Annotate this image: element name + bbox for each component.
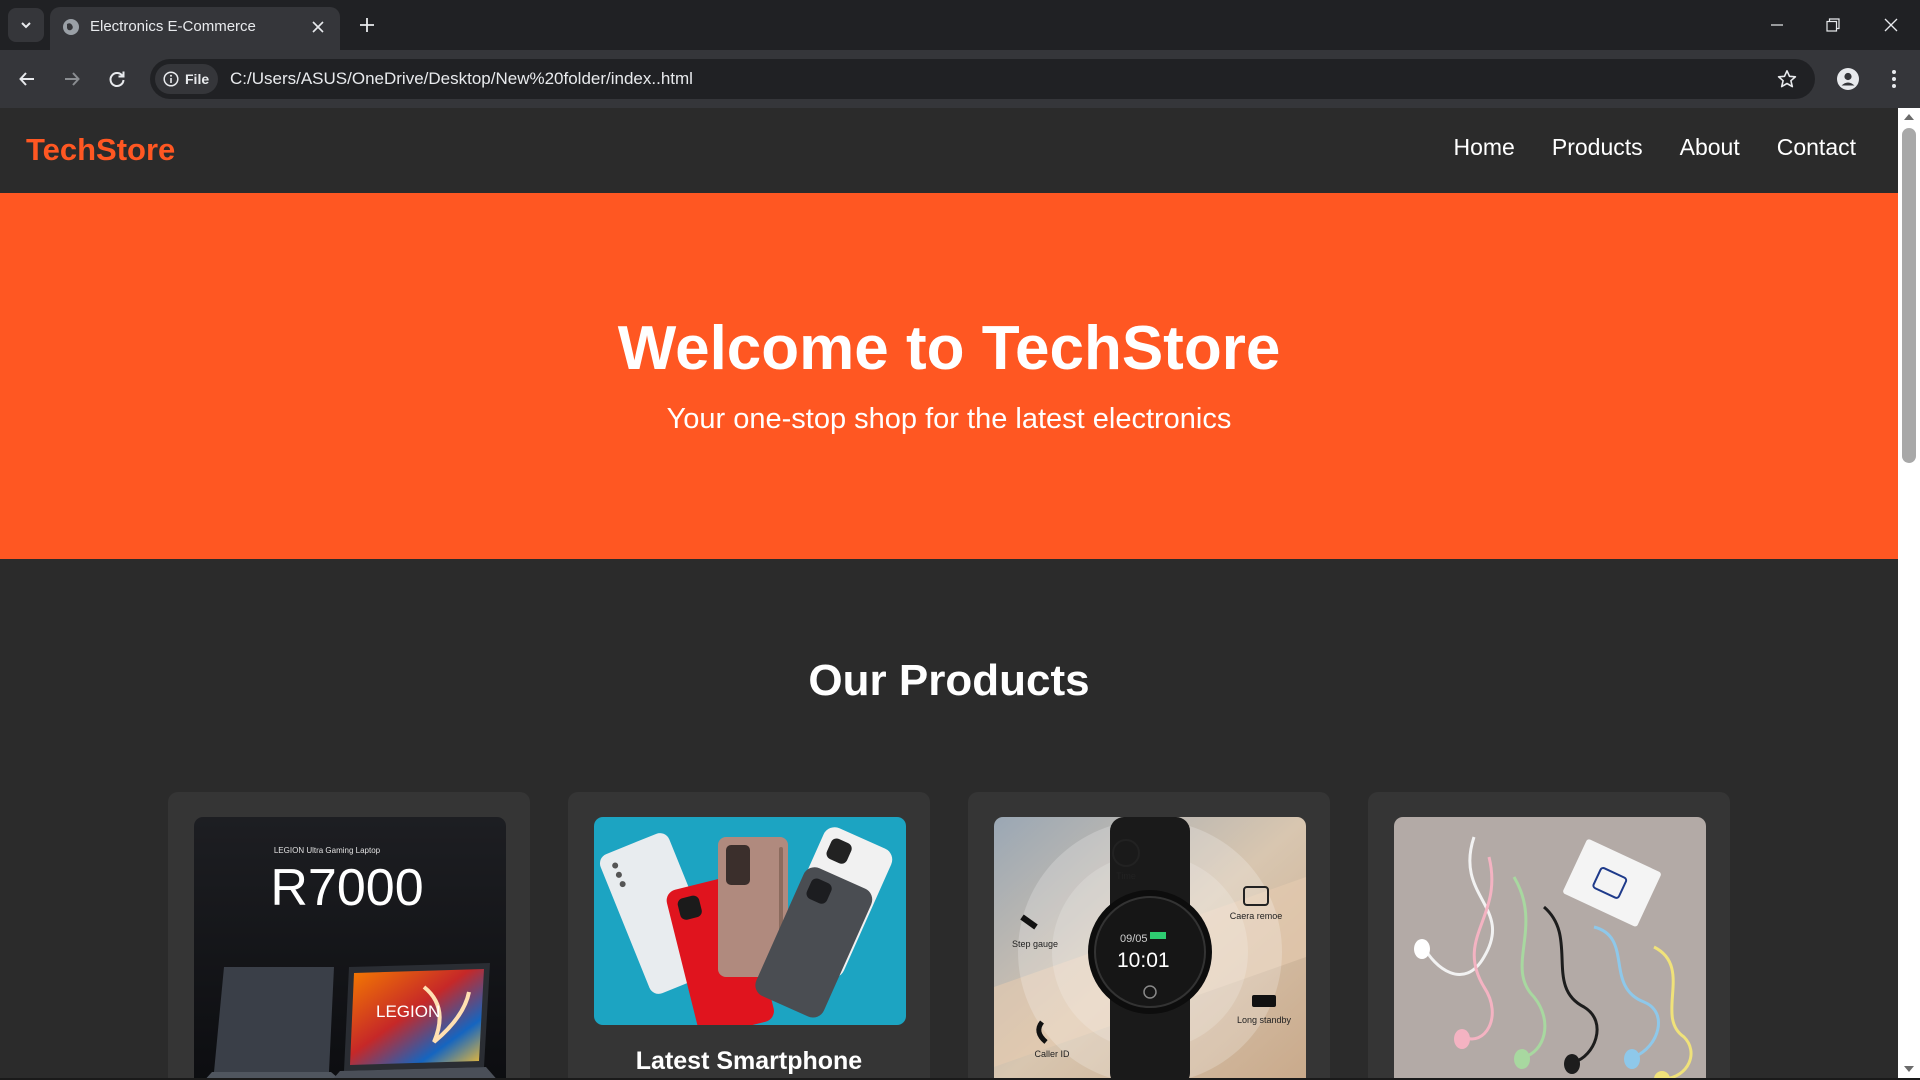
nav-link-home[interactable]: Home xyxy=(1454,134,1515,161)
watch-label-camera: Caera remoe xyxy=(1230,911,1283,921)
products-heading: Our Products xyxy=(808,656,1090,705)
info-icon xyxy=(163,71,179,87)
watch-label-battery: Long standby xyxy=(1237,1015,1292,1025)
scroll-up-arrow[interactable] xyxy=(1903,112,1915,122)
watch-time: 10:01 xyxy=(1117,949,1170,972)
tab-search-button[interactable] xyxy=(8,8,44,42)
smartphones-image xyxy=(594,817,906,1025)
restore-icon xyxy=(1826,18,1840,32)
browser-menu-button[interactable] xyxy=(1878,63,1910,95)
watch-label-step: Step gauge xyxy=(1012,939,1058,949)
hero-title: Welcome to TechStore xyxy=(617,314,1281,383)
nav-link-about[interactable]: About xyxy=(1680,134,1740,161)
minimize-button[interactable] xyxy=(1750,0,1804,50)
product-card-earphones[interactable] xyxy=(1368,792,1730,1078)
site-nav: Home Products About Contact xyxy=(1454,134,1857,161)
site-header: TechStore Home Products About Contact xyxy=(0,108,1898,193)
tab-close-button[interactable] xyxy=(306,15,330,39)
close-icon xyxy=(312,21,324,33)
more-vert-icon xyxy=(1892,70,1896,88)
site-logo[interactable]: TechStore xyxy=(26,132,175,168)
browser-tabbar: Electronics E-Commerce xyxy=(0,0,1920,50)
hero-banner: Welcome to TechStore Your one-stop shop … xyxy=(0,193,1898,559)
forward-button[interactable] xyxy=(54,61,90,97)
scroll-down-arrow[interactable] xyxy=(1903,1064,1915,1074)
site-info-chip[interactable]: File xyxy=(155,64,219,94)
address-bar[interactable]: File C:/Users/ASUS/OneDrive/Desktop/New%… xyxy=(150,59,1815,99)
watch-label-time: Time xyxy=(1116,871,1136,881)
laptop-image-brand: LEGION xyxy=(376,1002,440,1021)
caret-down-icon xyxy=(1904,1066,1914,1072)
tab-title: Electronics E-Commerce xyxy=(90,18,256,35)
watch-label-caller: Caller ID xyxy=(1034,1049,1070,1059)
reload-button[interactable] xyxy=(99,61,135,97)
arrow-left-icon xyxy=(19,72,34,86)
minimize-icon xyxy=(1771,24,1783,26)
globe-icon xyxy=(63,19,79,35)
hero-subtitle: Your one-stop shop for the latest electr… xyxy=(666,403,1232,435)
product-title: Latest Smartphone xyxy=(635,1047,863,1075)
browser-tab-active[interactable]: Electronics E-Commerce xyxy=(50,7,340,50)
earphones-image xyxy=(1394,817,1706,1078)
watch-date: 09/05 xyxy=(1120,933,1148,945)
close-icon xyxy=(1884,18,1898,32)
page-scrollbar[interactable] xyxy=(1898,108,1920,1078)
restore-button[interactable] xyxy=(1806,0,1860,50)
back-button[interactable] xyxy=(9,61,45,97)
page-viewport: TechStore Home Products About Contact We… xyxy=(0,108,1898,1078)
scrollbar-thumb[interactable] xyxy=(1902,128,1916,463)
product-card-laptop[interactable]: LEGION Ultra Gaming Laptop R7000 LEGION xyxy=(168,792,530,1078)
reload-icon xyxy=(109,71,125,87)
browser-toolbar: File C:/Users/ASUS/OneDrive/Desktop/New%… xyxy=(0,50,1920,108)
product-card-smartwatch[interactable]: 09/05 10:01 Time Caera remoe Step gauge … xyxy=(968,792,1330,1078)
laptop-image: LEGION Ultra Gaming Laptop R7000 LEGION xyxy=(194,817,506,1078)
chevron-down-icon xyxy=(21,22,31,29)
url-text[interactable]: C:/Users/ASUS/OneDrive/Desktop/New%20fol… xyxy=(230,69,693,89)
nav-link-products[interactable]: Products xyxy=(1552,134,1643,161)
site-chip-label: File xyxy=(185,71,210,87)
laptop-image-header: LEGION Ultra Gaming Laptop xyxy=(274,846,381,855)
window-close-button[interactable] xyxy=(1864,0,1918,50)
profile-button[interactable] xyxy=(1832,63,1864,95)
star-icon xyxy=(1777,70,1797,88)
product-card-smartphone[interactable]: Latest Smartphone xyxy=(568,792,930,1078)
person-icon xyxy=(1837,68,1859,90)
arrow-right-icon xyxy=(65,72,80,86)
bookmark-button[interactable] xyxy=(1775,67,1799,91)
caret-up-icon xyxy=(1904,114,1914,120)
laptop-image-model: R7000 xyxy=(270,859,423,917)
plus-icon xyxy=(360,18,374,32)
smartwatch-image: 09/05 10:01 Time Caera remoe Step gauge … xyxy=(994,817,1306,1078)
nav-link-contact[interactable]: Contact xyxy=(1777,134,1856,161)
new-tab-button[interactable] xyxy=(352,10,382,40)
